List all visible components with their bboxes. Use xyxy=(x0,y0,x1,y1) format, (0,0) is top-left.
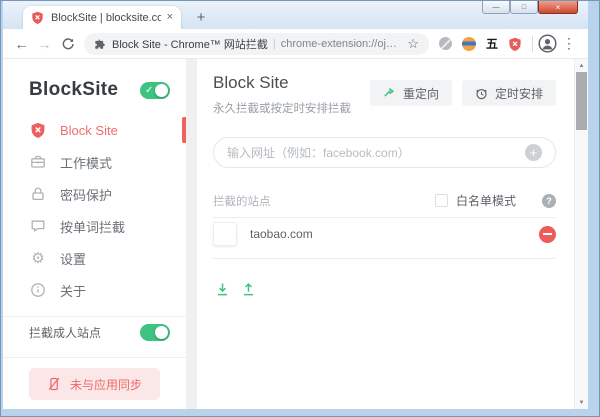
browser-menu-icon[interactable]: ⋮ xyxy=(562,35,576,52)
adult-block-row: 拦截成人站点 xyxy=(3,317,186,347)
import-upload-icon[interactable] xyxy=(241,282,256,297)
toggle-knob xyxy=(155,325,168,339)
transfer-row xyxy=(213,282,556,297)
blocksite-logo: BlockSite xyxy=(29,79,119,100)
sidebar-item-label: 工作模式 xyxy=(60,155,113,171)
sidebar-item-settings[interactable]: ⚙ 设置 xyxy=(3,242,186,274)
tab-strip: BlockSite | blocksite.co × + — □ × xyxy=(3,1,588,29)
omnibox[interactable]: Block Site - Chrome™ 网站拦截 | chrome-exten… xyxy=(84,32,429,55)
schedule-button[interactable]: 定时安排 xyxy=(461,80,556,106)
maximize-button[interactable]: □ xyxy=(510,1,538,14)
disabled-extension-icon[interactable] xyxy=(438,37,452,50)
whitelist-label: 白名单模式 xyxy=(455,194,516,208)
orange-extension-icon[interactable] xyxy=(461,36,476,51)
sidebar-item-label: 设置 xyxy=(60,251,87,267)
briefcase-icon xyxy=(29,154,47,170)
title-block: Block Site 永久拦截或按定时安排拦截 xyxy=(213,73,351,116)
lock-icon xyxy=(29,186,47,202)
page-content: BlockSite ✓ Block Site 工作模式 密码保护 按单词拦截 ⚙… xyxy=(3,59,588,409)
whitelist-checkbox[interactable] xyxy=(434,194,448,207)
sidebar-item-block-by-word[interactable]: 按单词拦截 xyxy=(3,210,186,242)
sidebar: BlockSite ✓ Block Site 工作模式 密码保护 按单词拦截 ⚙… xyxy=(3,59,186,409)
sync-off-icon xyxy=(48,377,60,391)
info-icon xyxy=(29,282,47,298)
add-site-button[interactable]: + xyxy=(525,144,542,161)
extension-puzzle-icon xyxy=(95,38,105,49)
profile-avatar-icon[interactable] xyxy=(538,34,557,53)
toggle-check-icon: ✓ xyxy=(145,84,154,96)
main-enable-toggle[interactable]: ✓ xyxy=(140,81,170,99)
sidebar-item-label: Block Site xyxy=(60,122,118,138)
back-icon[interactable]: ← xyxy=(10,32,33,56)
bookmark-star-icon[interactable]: ☆ xyxy=(407,36,419,52)
shield-icon xyxy=(29,122,47,138)
sidebar-nav: Block Site 工作模式 密码保护 按单词拦截 ⚙ 设置 关于 xyxy=(3,114,186,306)
scroll-down-icon[interactable]: ▼ xyxy=(575,396,588,409)
scrollbar-thumb[interactable] xyxy=(576,72,587,130)
schedule-button-label: 定时安排 xyxy=(494,86,543,101)
gear-icon: ⚙ xyxy=(31,250,45,267)
sidebar-item-password-protect[interactable]: 密码保护 xyxy=(3,178,186,210)
sidebar-item-label: 按单词拦截 xyxy=(60,219,126,235)
page-subtitle: 永久拦截或按定时安排拦截 xyxy=(213,103,351,115)
site-row: taobao.com xyxy=(213,218,556,250)
sidebar-logo-row: BlockSite ✓ xyxy=(3,59,186,105)
url-input[interactable] xyxy=(227,145,525,160)
main-panel: Block Site 永久拦截或按定时安排拦截 重定向 定时安排 + xyxy=(197,59,574,409)
adult-block-toggle[interactable] xyxy=(140,323,170,341)
browser-toolbar: ← → Block Site - Chrome™ 网站拦截 | chrome-e… xyxy=(3,29,588,59)
blocksite-favicon-icon xyxy=(32,11,43,24)
help-icon[interactable]: ? xyxy=(542,193,556,208)
sidebar-item-label: 关于 xyxy=(60,283,87,299)
divider xyxy=(213,258,556,259)
page-title: Block Site xyxy=(213,73,289,92)
export-download-icon[interactable] xyxy=(215,282,230,297)
toggle-knob xyxy=(155,83,168,97)
blocked-sites-label: 拦截的站点 xyxy=(213,195,271,208)
active-indicator xyxy=(182,117,186,143)
redirect-arrow-icon xyxy=(384,87,394,96)
browser-tab[interactable]: BlockSite | blocksite.co × xyxy=(23,6,181,29)
site-domain: taobao.com xyxy=(250,227,313,241)
omnibox-separator: | xyxy=(272,37,276,50)
scroll-up-icon[interactable]: ▲ xyxy=(575,59,588,72)
blocked-sites-header: 拦截的站点 白名单模式 ? xyxy=(213,192,556,209)
sidebar-divider xyxy=(3,357,186,358)
toolbar-separator xyxy=(532,35,533,52)
url-input-wrap: + xyxy=(213,137,556,168)
speech-bubble-icon xyxy=(29,218,47,234)
omnibox-page-title: Block Site - Chrome™ 网站拦截 xyxy=(112,38,268,51)
sidebar-item-block-site[interactable]: Block Site xyxy=(3,114,186,146)
main-header: Block Site 永久拦截或按定时安排拦截 重定向 定时安排 xyxy=(213,73,556,116)
sidebar-item-work-mode[interactable]: 工作模式 xyxy=(3,146,186,178)
sync-warning-label: 未与应用同步 xyxy=(69,377,142,392)
blocksite-extension-icon[interactable] xyxy=(508,37,522,51)
minimize-button[interactable]: — xyxy=(482,1,510,14)
extension-icons: 五 xyxy=(438,35,522,52)
window-caption-buttons: — □ × xyxy=(482,1,578,14)
new-tab-button[interactable]: + xyxy=(191,7,211,27)
site-favicon xyxy=(213,222,237,246)
browser-window: BlockSite | blocksite.co × + — □ × ← → B… xyxy=(0,0,600,417)
remove-site-button[interactable] xyxy=(539,225,556,243)
sidebar-item-about[interactable]: 关于 xyxy=(3,274,186,306)
sidebar-item-label: 密码保护 xyxy=(60,187,113,203)
sync-warning-button[interactable]: 未与应用同步 xyxy=(29,368,160,400)
tab-close-icon[interactable]: × xyxy=(167,12,173,23)
redirect-button-label: 重定向 xyxy=(402,86,439,101)
header-buttons: 重定向 定时安排 xyxy=(369,80,556,116)
reload-icon[interactable] xyxy=(56,32,79,56)
redirect-button[interactable]: 重定向 xyxy=(369,80,452,106)
window-close-button[interactable]: × xyxy=(538,1,578,14)
wubi-extension-icon[interactable]: 五 xyxy=(486,35,498,52)
adult-block-label: 拦截成人站点 xyxy=(29,325,102,340)
omnibox-url: chrome-extension://ojndfemlibjoidl... xyxy=(280,37,403,50)
tab-title: BlockSite | blocksite.co xyxy=(51,11,161,24)
forward-icon[interactable]: → xyxy=(33,32,56,56)
alarm-clock-icon xyxy=(476,88,487,99)
vertical-scrollbar[interactable]: ▲ ▼ xyxy=(574,59,588,409)
